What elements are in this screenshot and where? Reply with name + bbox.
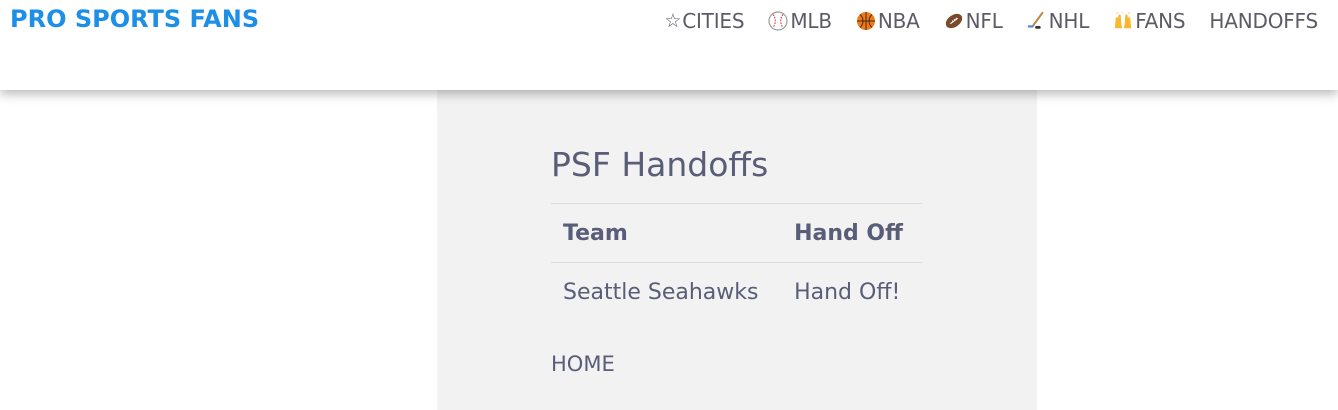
star-icon: ☆	[664, 10, 682, 32]
nav-item-nfl[interactable]: NFL	[944, 9, 1003, 33]
nav-item-cities[interactable]: ☆ CITIES	[664, 9, 744, 33]
nav-item-label: NFL	[965, 9, 1003, 33]
column-header-team: Team	[551, 203, 783, 263]
nav-item-label: NBA	[877, 9, 920, 33]
handoffs-table: Team Hand Off Seattle Seahawks Hand Off!	[551, 203, 922, 321]
table-row: Seattle Seahawks Hand Off!	[551, 262, 922, 321]
nav-item-mlb[interactable]: MLB	[768, 9, 832, 33]
nav-item-nba[interactable]: NBA	[856, 9, 920, 33]
football-icon	[944, 11, 964, 31]
nav-item-label: CITIES	[682, 9, 745, 33]
raised-hands-icon	[1113, 11, 1133, 31]
nav-item-label: HANDOFFS	[1209, 9, 1318, 33]
brand-logo-link[interactable]: PRO SPORTS FANS	[10, 5, 259, 33]
team-cell: Seattle Seahawks	[551, 262, 783, 321]
nav-item-fans[interactable]: FANS	[1113, 9, 1186, 33]
hockey-icon	[1027, 11, 1047, 31]
nav-item-label: FANS	[1135, 9, 1186, 33]
nav-item-label: MLB	[790, 9, 832, 33]
home-link[interactable]: HOME	[551, 352, 615, 376]
hand-off-link[interactable]: Hand Off!	[782, 262, 922, 321]
basketball-icon	[856, 11, 876, 31]
top-navbar: PRO SPORTS FANS ☆ CITIES MLB NBA NFL NHL…	[0, 0, 1338, 90]
main-nav: ☆ CITIES MLB NBA NFL NHL FANS HANDOFFS	[664, 9, 1318, 33]
page-title: PSF Handoffs	[551, 145, 769, 184]
nav-item-label: NHL	[1048, 9, 1090, 33]
handoffs-panel: PSF Handoffs Team Hand Off Seattle Seaha…	[437, 90, 1037, 410]
nav-item-handoffs[interactable]: HANDOFFS	[1209, 9, 1318, 33]
baseball-icon	[768, 11, 788, 31]
column-header-hand-off: Hand Off	[782, 203, 922, 263]
table-header-row: Team Hand Off	[551, 203, 922, 263]
nav-item-nhl[interactable]: NHL	[1027, 9, 1090, 33]
